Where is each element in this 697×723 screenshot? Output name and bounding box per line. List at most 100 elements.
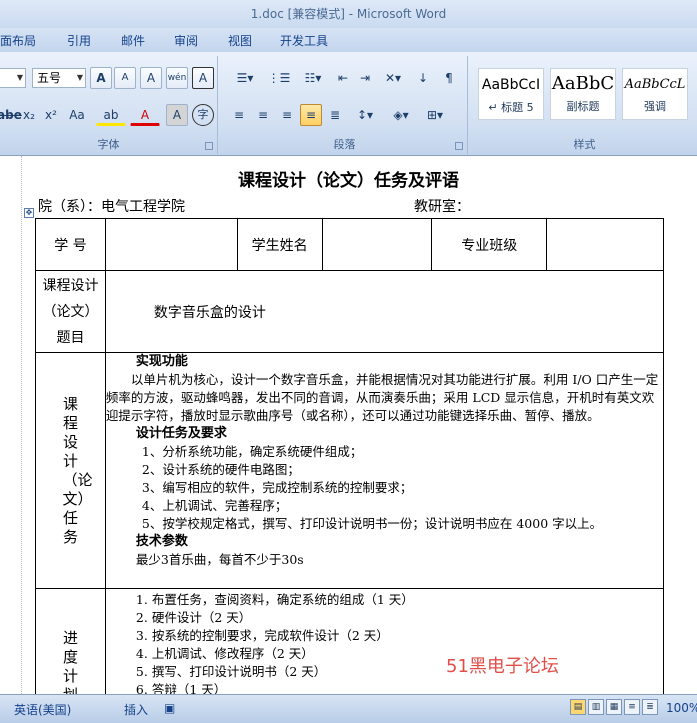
plan-item: 3. 按系统的控制要求，完成软件设计（2 天） <box>135 628 389 643</box>
zoom-level[interactable]: 100% <box>666 701 697 715</box>
task-item: 3、编写相应的软件，完成控制系统的控制要求； <box>141 480 413 495</box>
numbering-icon[interactable]: ⋮☰ <box>262 67 296 89</box>
justify-icon[interactable]: ≡ <box>300 104 322 126</box>
superscript-button[interactable]: x² <box>40 104 62 126</box>
paragraph-dialog-launcher-icon[interactable] <box>455 142 463 150</box>
web-layout-icon[interactable]: ▦ <box>606 699 622 715</box>
ribbon-tab-bar: 面布局 引用 邮件 审阅 视图 开发工具 <box>0 28 697 52</box>
style-name: ↵ 标题 5 <box>488 101 534 114</box>
paragraph-group: ☰▾ ⋮☰ ☷▾ ⇤ ⇥ ✕▾ ↓ ¶ ≡ ≡ ≡ ≡ ≣ ↕▾ ◈▾ ⊞▾ 段… <box>222 56 468 154</box>
print-layout-icon[interactable]: ▤ <box>570 699 586 715</box>
align-right-icon[interactable]: ≡ <box>276 104 298 126</box>
show-marks-icon[interactable]: ¶ <box>438 67 460 89</box>
highlight-button[interactable]: ab <box>96 104 126 126</box>
plan-item: 6. 答辩（1 天） <box>135 682 227 694</box>
task-content[interactable]: 实现功能 以单片机为核心，设计一个数字音乐盒，并能根据情况对其功能进行扩展。利用… <box>104 352 665 589</box>
plan-item: 4. 上机调试、修改程序（2 天） <box>135 646 314 661</box>
tab-view[interactable]: 视图 <box>228 32 252 49</box>
shading-icon[interactable]: ◈▾ <box>386 104 416 126</box>
staff-room-line: 教研室： <box>414 199 470 215</box>
font-dialog-launcher-icon[interactable] <box>205 142 213 150</box>
title-bar: 1.doc [兼容模式] - Microsoft Word <box>0 0 697 28</box>
topic-label: 课程设计 （论文） 题目 <box>35 270 106 353</box>
macro-record-icon[interactable]: ▣ <box>164 701 175 715</box>
change-case-button[interactable]: Aa <box>62 104 92 126</box>
plan-label: 进度计划 <box>35 588 106 694</box>
class-value[interactable] <box>546 218 664 271</box>
topic-value[interactable]: 数字音乐盒的设计 <box>104 270 665 353</box>
task-item: 5、按学校规定格式，撰写、打印设计说明书一份；设计说明书应在 4000 字以上。 <box>141 516 603 531</box>
plan-item: 2. 硬件设计（2 天） <box>135 610 252 625</box>
distribute-icon[interactable]: ≣ <box>324 104 346 126</box>
class-label: 专业班级 <box>431 218 548 271</box>
task-item: 4、上机调试、完善程序； <box>141 498 288 513</box>
left-margin <box>0 156 22 694</box>
decrease-indent-icon[interactable]: ⇤ <box>332 67 354 89</box>
topic-label-line: （论文） <box>42 303 99 320</box>
chinese-layout-icon[interactable]: ✕▾ <box>378 67 408 89</box>
full-screen-reading-icon[interactable]: ▥ <box>588 699 604 715</box>
window-title: 1.doc [兼容模式] - Microsoft Word <box>250 7 447 21</box>
task-heading-requirements: 设计任务及要求 <box>135 426 227 441</box>
document-title: 课程设计（论文）任务及评语 <box>238 171 459 191</box>
font-group-label: 字体 <box>97 138 120 151</box>
task-param: 最少3首乐曲，每首不少于30s <box>135 552 304 567</box>
watermark-text: 51黑电子论坛 <box>446 656 559 677</box>
bullets-icon[interactable]: ☰▾ <box>228 67 262 89</box>
phonetic-guide-button[interactable]: wén <box>166 67 188 89</box>
paragraph-group-label: 段落 <box>333 138 356 151</box>
styles-group-label: 样式 <box>573 138 596 151</box>
shrink-font-button[interactable]: A <box>114 67 136 89</box>
student-name-label: 学生姓名 <box>236 218 323 271</box>
style-sample: AaBbCcI <box>481 77 541 93</box>
student-no-label: 学 号 <box>35 218 106 271</box>
tab-references[interactable]: 引用 <box>67 32 91 49</box>
style-emphasis[interactable]: AaBbCcL 强调 <box>622 68 688 120</box>
tab-review[interactable]: 审阅 <box>174 32 198 49</box>
enclose-char-button[interactable]: 字 <box>192 104 214 126</box>
borders-icon[interactable]: ⊞▾ <box>420 104 450 126</box>
task-item: 1、分析系统功能，确定系统硬件组成； <box>141 444 363 459</box>
line-spacing-icon[interactable]: ↕▾ <box>350 104 380 126</box>
task-label-text: 课程设计（论文）任务 <box>62 394 93 546</box>
plan-label-text: 进度计划 <box>62 629 78 694</box>
plan-content[interactable]: 1. 布置任务，查阅资料，确定系统的组成（1 天） 2. 硬件设计（2 天） 3… <box>104 588 665 694</box>
insert-mode-status[interactable]: 插入 <box>124 701 148 718</box>
tab-mailings[interactable]: 邮件 <box>121 32 145 49</box>
increase-indent-icon[interactable]: ⇥ <box>354 67 376 89</box>
font-name-combo[interactable]: ▼ <box>0 68 26 88</box>
style-name: 强调 <box>644 100 666 113</box>
task-paragraph-function: 以单片机为核心，设计一个数字音乐盒，并能根据情况对其功能进行扩展。利用 I/O … <box>105 372 659 423</box>
style-subtitle[interactable]: AaBbC 副标题 <box>550 68 616 120</box>
tab-page-layout[interactable]: 面布局 <box>0 32 36 49</box>
multilevel-list-icon[interactable]: ☷▾ <box>296 67 330 89</box>
student-name-value[interactable] <box>321 218 433 271</box>
clear-format-button[interactable]: A <box>140 67 162 89</box>
font-group: ▼ 五号 ▼ A A A wén A abe x₂ x² Aa ab A A 字 … <box>0 56 218 154</box>
font-color-button[interactable]: A <box>130 104 160 126</box>
subscript-button[interactable]: x₂ <box>18 104 40 126</box>
task-heading-params: 技术参数 <box>135 534 188 549</box>
tab-developer[interactable]: 开发工具 <box>280 32 328 49</box>
student-no-value[interactable] <box>104 218 238 271</box>
char-border-button[interactable]: A <box>192 67 214 89</box>
font-size-combo[interactable]: 五号 ▼ <box>32 68 86 88</box>
topic-label-line: 课程设计 <box>42 277 99 294</box>
align-left-icon[interactable]: ≡ <box>228 104 250 126</box>
department-line: 院（系）：电气工程学院 <box>38 199 185 215</box>
grow-font-button[interactable]: A <box>90 67 112 89</box>
align-center-icon[interactable]: ≡ <box>252 104 274 126</box>
char-shading-button[interactable]: A <box>166 104 188 126</box>
language-status[interactable]: 英语(美国) <box>14 701 71 718</box>
draft-view-icon[interactable]: ≣ <box>642 699 658 715</box>
task-label: 课程设计（论文）任务 <box>35 352 106 589</box>
outline-view-icon[interactable]: ≡ <box>624 699 640 715</box>
sort-icon[interactable]: ↓ <box>412 67 434 89</box>
topic-label-line: 题目 <box>56 329 85 346</box>
table-move-handle-icon[interactable]: ✥ <box>24 208 34 218</box>
document-area[interactable]: 课程设计（论文）任务及评语 ✥ 院（系）：电气工程学院 教研室： 学 号 学生姓… <box>0 156 697 694</box>
font-size-value: 五号 <box>37 71 62 85</box>
styles-group: AaBbCcI ↵ 标题 5 AaBbC 副标题 AaBbCcL 强调 样式 <box>472 56 697 154</box>
style-heading5[interactable]: AaBbCcI ↵ 标题 5 <box>478 68 544 120</box>
task-table: 学 号 学生姓名 专业班级 课程设计 （论文） 题目 数字音乐盒的设计 课程设计… <box>35 218 665 694</box>
